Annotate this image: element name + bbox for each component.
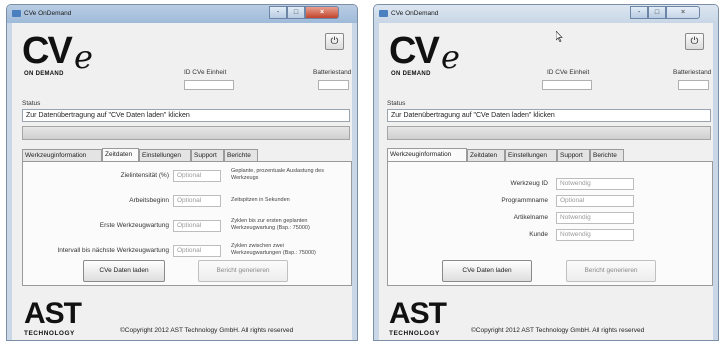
- power-icon: ⏻: [690, 36, 699, 47]
- logo-cv: CV: [22, 30, 73, 72]
- power-button[interactable]: ⏻: [685, 33, 704, 50]
- main-window-werkzeuginformation: CVe OnDemand - □ × CV e ON DEMAND ⏻ ID C…: [373, 4, 719, 341]
- artikelname-input[interactable]: Notwendig: [556, 212, 634, 224]
- copyright-text: ©Copyright 2012 AST Technology GmbH. All…: [120, 327, 294, 334]
- window-title: CVe OnDemand: [391, 10, 439, 17]
- tab-strip: Werkzeuginformation Zeitdaten Einstellun…: [387, 148, 713, 161]
- minimize-button[interactable]: -: [630, 6, 648, 19]
- field-label-artikelname: Artikelname: [513, 214, 548, 221]
- erste-werkzeugwartung-input[interactable]: Optional: [173, 220, 221, 232]
- tab-support[interactable]: Support: [191, 149, 224, 161]
- logo-on-demand: ON DEMAND: [24, 71, 64, 77]
- field-label-zielintensitaet: Zielintensität (%): [120, 172, 169, 179]
- ast-logo: AST: [24, 297, 82, 330]
- title-bar[interactable]: CVe OnDemand - □ ×: [374, 5, 718, 23]
- power-icon: ⏻: [330, 36, 339, 47]
- tab-berichte[interactable]: Berichte: [590, 149, 624, 161]
- client-area: CV e ON DEMAND ⏻ ID CVe Einheit Batterie…: [379, 23, 713, 340]
- close-button[interactable]: ×: [305, 6, 339, 19]
- ast-logo: AST: [389, 297, 447, 330]
- tab-support[interactable]: Support: [557, 149, 590, 161]
- erste-werkzeugwartung-description: Zyklen bis zur ersten geplanten Werkzeug…: [231, 218, 310, 231]
- zeitdaten-panel: Zielintensität (%) Optional Geplante, pr…: [22, 161, 352, 286]
- intervall-input[interactable]: Optional: [173, 245, 221, 257]
- battery-label: Batteriestand: [313, 69, 352, 76]
- status-field: Zur Datenübertragung auf "CVe Daten lade…: [22, 109, 350, 122]
- generate-report-button[interactable]: Bericht generieren: [198, 260, 288, 282]
- zielintensitaet-input[interactable]: Optional: [173, 170, 221, 182]
- close-button[interactable]: ×: [666, 6, 700, 19]
- field-label-werkzeug-id: Werkzeug ID: [510, 180, 548, 187]
- programmname-input[interactable]: Optional: [556, 195, 634, 207]
- arbeitsbeginn-input[interactable]: Optional: [173, 195, 221, 207]
- unit-id-value: [542, 80, 592, 90]
- battery-value: [678, 80, 709, 90]
- progress-bar: [387, 126, 711, 140]
- field-label-arbeitsbeginn: Arbeitsbeginn: [129, 197, 169, 204]
- minimize-button[interactable]: -: [269, 6, 287, 19]
- status-field: Zur Datenübertragung auf "CVe Daten lade…: [387, 109, 711, 122]
- intervall-description: Zyklen zwischen zwei Werkzeugwartungen (…: [231, 243, 316, 256]
- tab-zeitdaten[interactable]: Zeitdaten: [102, 148, 139, 161]
- logo-on-demand: ON DEMAND: [391, 71, 431, 77]
- field-label-erste-werkzeugwartung: Erste Werkzeugwartung: [99, 222, 169, 229]
- field-label-kunde: Kunde: [529, 231, 548, 238]
- zielintensitaet-description: Geplante, prozentuale Auslastung des Wer…: [231, 168, 324, 181]
- logo-cv: CV: [389, 30, 440, 72]
- load-cve-data-button[interactable]: CVe Daten laden: [83, 260, 165, 282]
- tab-strip: Werkzeuginformation Zeitdaten Einstellun…: [22, 148, 352, 161]
- battery-label: Batteriestand: [673, 69, 712, 76]
- arbeitsbeginn-description: Zeitspitzen in Sekunden: [231, 197, 290, 203]
- unit-id-value: [184, 80, 234, 90]
- tab-zeitdaten[interactable]: Zeitdaten: [467, 149, 505, 161]
- kunde-input[interactable]: Notwendig: [556, 229, 634, 241]
- progress-bar: [22, 126, 350, 140]
- logo-e: e: [441, 38, 460, 76]
- generate-report-button[interactable]: Bericht generieren: [566, 260, 656, 282]
- tab-einstellungen[interactable]: Einstellungen: [139, 149, 191, 161]
- werkzeug-id-input[interactable]: Notwendig: [556, 178, 634, 190]
- maximize-button[interactable]: □: [287, 6, 305, 19]
- status-label: Status: [22, 100, 41, 107]
- tab-einstellungen[interactable]: Einstellungen: [505, 149, 557, 161]
- field-label-programmname: Programmname: [501, 197, 548, 204]
- ast-technology-label: TECHNOLOGY: [389, 330, 440, 337]
- status-label: Status: [387, 100, 406, 107]
- logo-e: e: [74, 38, 93, 76]
- maximize-button[interactable]: □: [648, 6, 666, 19]
- field-label-intervall: Intervall bis nächste Werkzeugwartung: [57, 247, 169, 254]
- load-cve-data-button[interactable]: CVe Daten laden: [442, 260, 532, 282]
- unit-id-label: ID CVe Einheit: [547, 69, 590, 76]
- cursor-arrow-icon: [555, 30, 563, 43]
- cve-logo: CV e ON DEMAND: [22, 31, 112, 81]
- app-icon: [379, 10, 388, 17]
- copyright-text: ©Copyright 2012 AST Technology GmbH. All…: [471, 327, 645, 334]
- title-bar[interactable]: CVe OnDemand - □ ×: [7, 5, 357, 23]
- client-area: CV e ON DEMAND ⏻ ID CVe Einheit Batterie…: [12, 23, 352, 340]
- app-icon: [12, 10, 21, 17]
- unit-id-label: ID CVe Einheit: [184, 69, 227, 76]
- tab-werkzeuginformation[interactable]: Werkzeuginformation: [22, 149, 102, 161]
- main-window-zeitdaten: CVe OnDemand - □ × CV e ON DEMAND ⏻ ID C…: [6, 4, 358, 341]
- battery-value: [318, 80, 349, 90]
- cve-logo: CV e ON DEMAND: [389, 31, 479, 81]
- werkzeuginformation-panel: Werkzeug ID Notwendig Programmname Optio…: [387, 161, 713, 286]
- window-title: CVe OnDemand: [24, 10, 72, 17]
- tab-berichte[interactable]: Berichte: [224, 149, 258, 161]
- power-button[interactable]: ⏻: [325, 33, 344, 50]
- tab-werkzeuginformation[interactable]: Werkzeuginformation: [387, 148, 467, 161]
- ast-technology-label: TECHNOLOGY: [24, 330, 75, 337]
